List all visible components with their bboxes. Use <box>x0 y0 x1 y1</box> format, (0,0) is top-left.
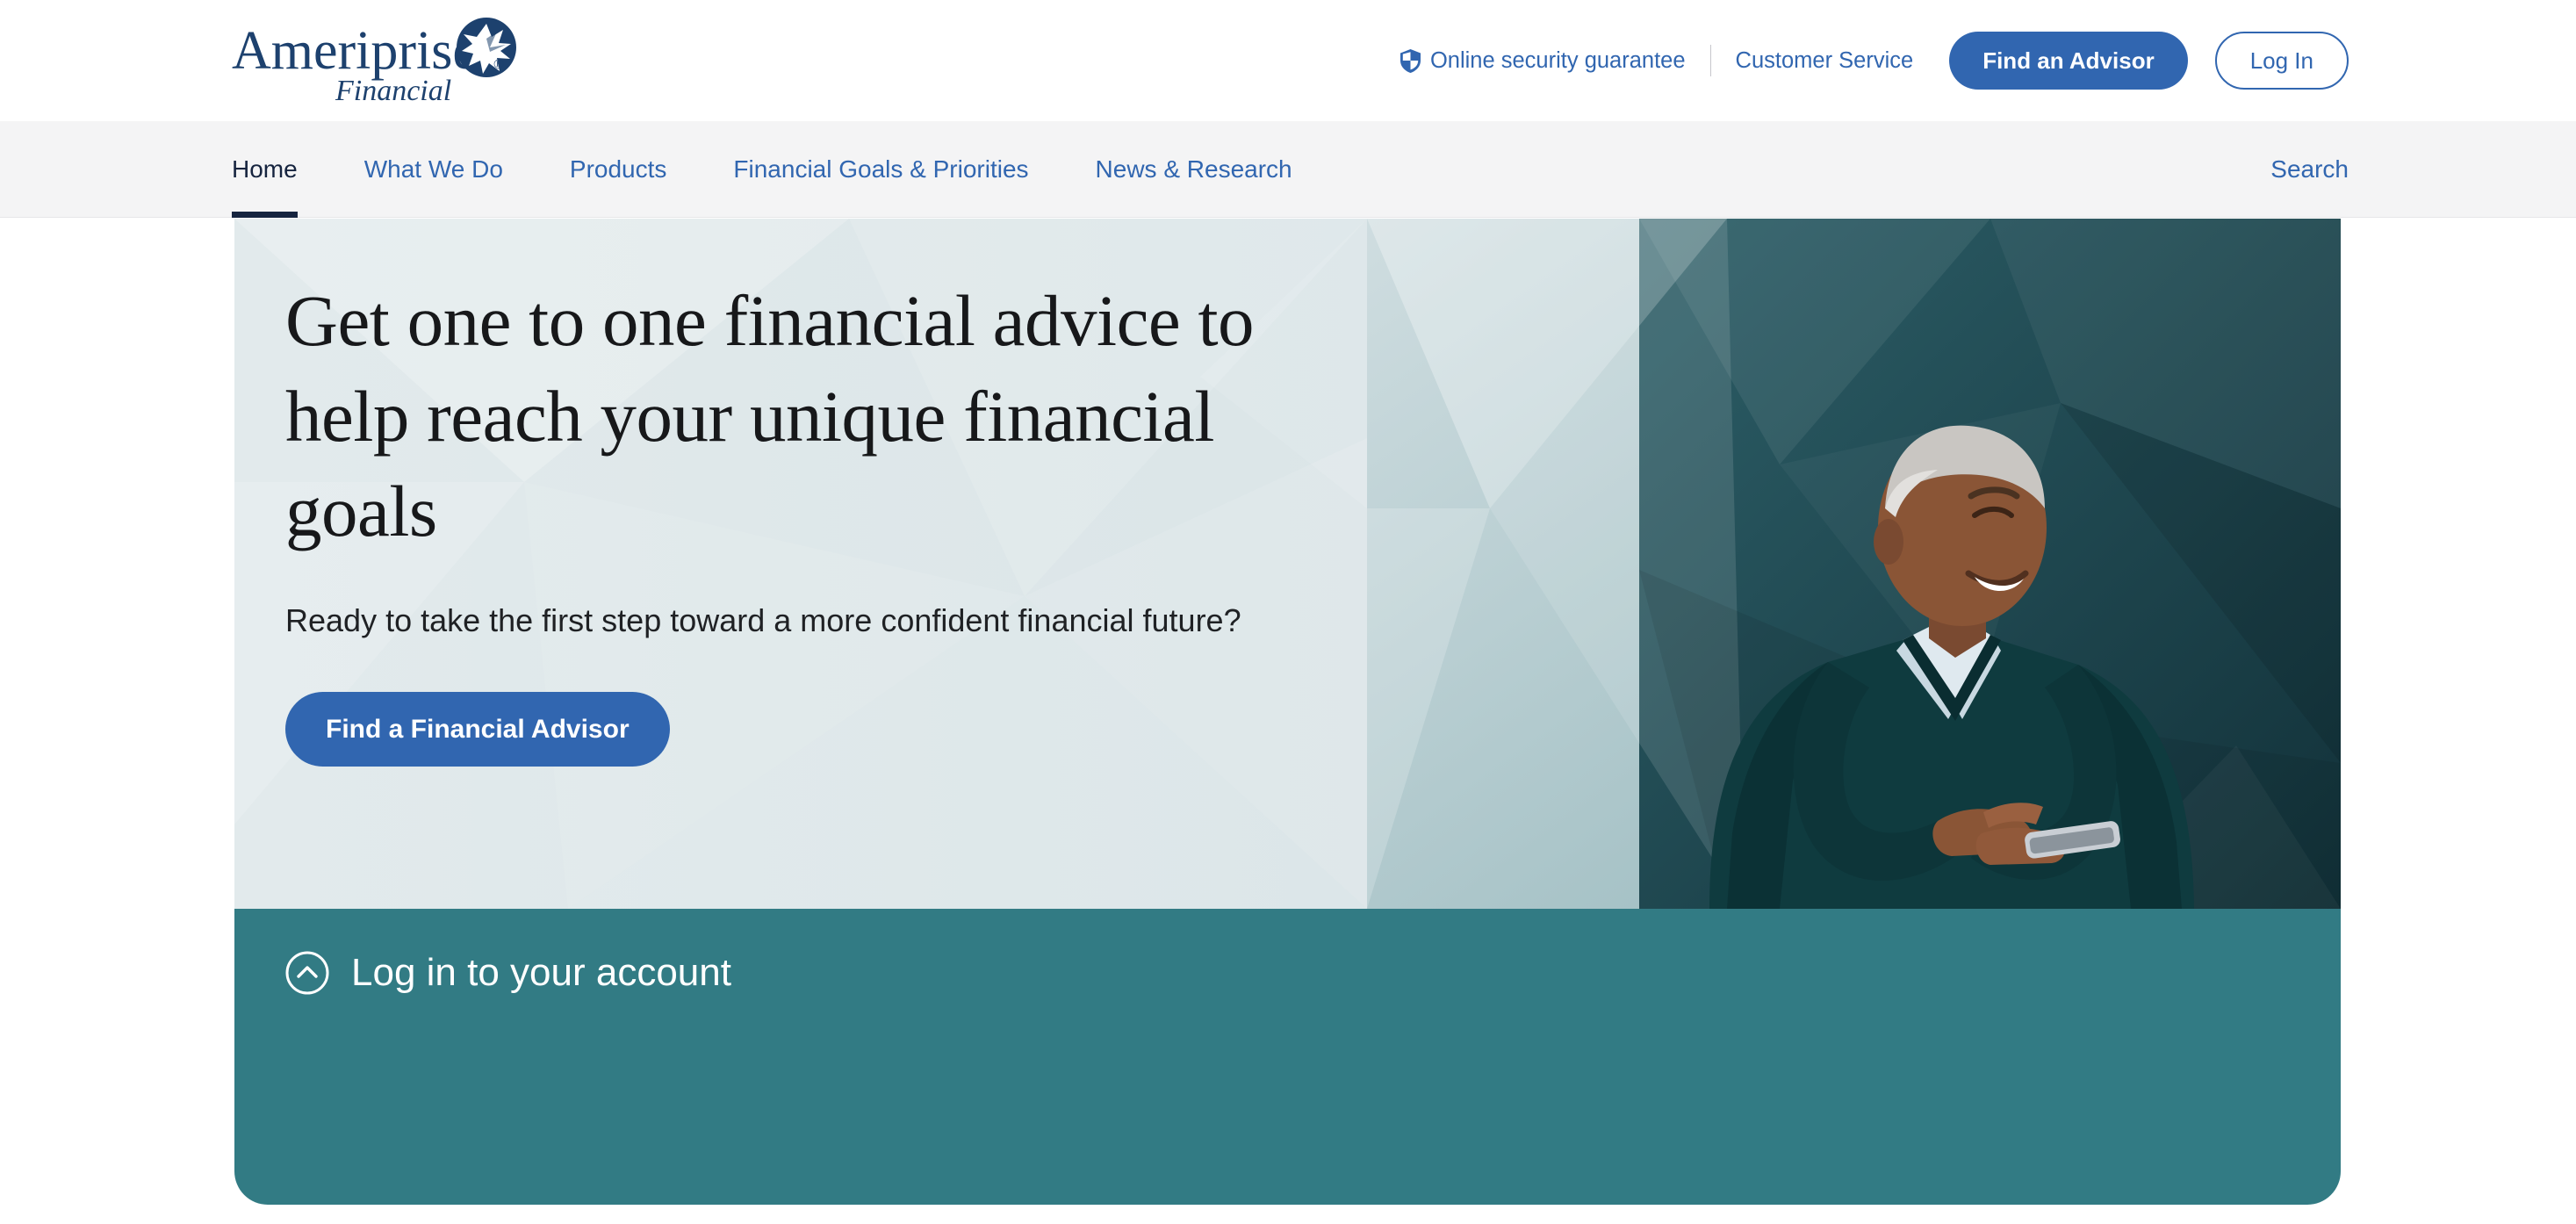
hero-banner: Get one to one financial advice to help … <box>234 219 2341 909</box>
search-link[interactable]: Search <box>2270 121 2349 218</box>
nav-item-financial-goals-priorities[interactable]: Financial Goals & Priorities <box>733 121 1028 218</box>
nav-item-home[interactable]: Home <box>232 121 298 218</box>
hero-content: Get one to one financial advice to help … <box>285 273 1383 767</box>
svg-text:®: ® <box>493 57 504 72</box>
header-utility-nav: Online security guarantee Customer Servi… <box>1400 0 2576 121</box>
hero-headline: Get one to one financial advice to help … <box>285 280 1255 552</box>
ameriprise-logo[interactable]: Ameriprise ® Financial <box>232 14 522 107</box>
ameriprise-logo-svg: Ameriprise ® Financial <box>232 18 516 107</box>
svg-text:Ameriprise: Ameriprise <box>232 21 477 81</box>
header-log-in-button[interactable]: Log In <box>2214 32 2349 90</box>
main-nav-items: Home What We Do Products Financial Goals… <box>232 121 1359 218</box>
main-navigation-bar: Home What We Do Products Financial Goals… <box>0 121 2576 218</box>
online-security-guarantee-link[interactable]: Online security guarantee <box>1400 48 1686 74</box>
shield-icon <box>1400 48 1421 73</box>
hero-subheadline: Ready to take the first step toward a mo… <box>285 602 1241 639</box>
login-panel-title: Log in to your account <box>351 951 731 994</box>
chevron-up-circle-icon[interactable] <box>285 951 329 995</box>
login-panel-header[interactable]: Log in to your account <box>285 951 731 995</box>
find-a-financial-advisor-button[interactable]: Find a Financial Advisor <box>285 692 670 767</box>
svg-text:Financial: Financial <box>335 75 451 107</box>
login-panel: Log in to your account Show Remember Use… <box>234 909 2341 1205</box>
nav-item-news-research[interactable]: News & Research <box>1096 121 1292 218</box>
nav-item-what-we-do[interactable]: What We Do <box>364 121 503 218</box>
header-divider <box>1709 45 1711 76</box>
online-security-guarantee-label: Online security guarantee <box>1429 47 1686 73</box>
customer-service-link[interactable]: Customer Service <box>1736 48 1914 74</box>
nav-item-products[interactable]: Products <box>570 121 667 218</box>
ameriprise-homepage: Ameriprise ® Financial Online security g… <box>0 0 2576 1224</box>
site-header: Ameriprise ® Financial Online security g… <box>0 0 2576 121</box>
find-an-advisor-button[interactable]: Find an Advisor <box>1949 32 2188 90</box>
